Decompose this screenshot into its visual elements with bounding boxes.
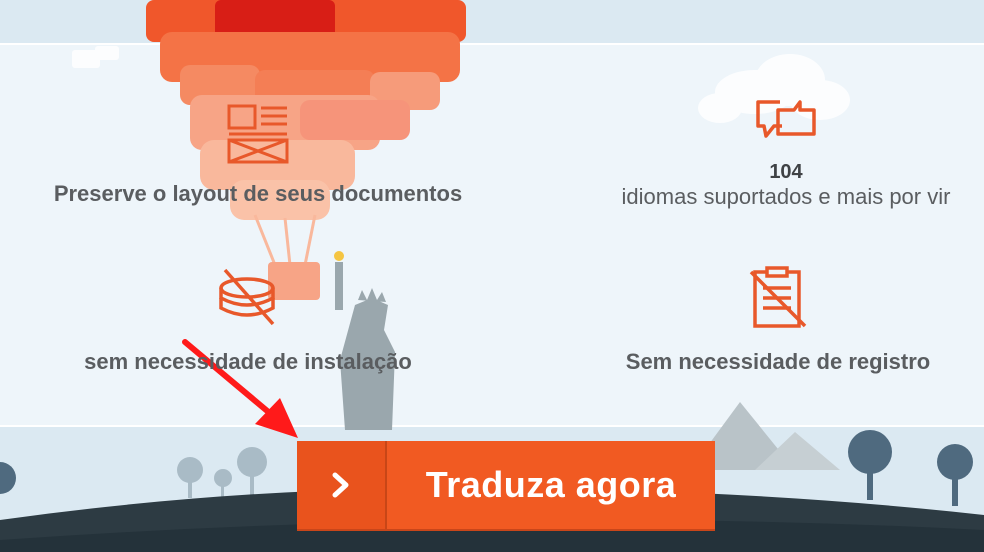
languages-count: 104 — [769, 161, 803, 183]
no-install-icon — [60, 266, 436, 333]
no-register-icon — [596, 266, 960, 333]
feature-register-label: Sem necessidade de registro — [625, 349, 931, 374]
feature-install-label: sem necessidade de instalação — [84, 349, 412, 374]
feature-languages-label: idiomas suportados e mais por vir — [621, 184, 951, 209]
translate-icon — [596, 96, 976, 145]
translate-now-button[interactable]: Traduza agora — [297, 441, 715, 529]
feature-layout-label: Preserve o layout de seus documentos — [53, 181, 463, 206]
translate-now-label: Traduza agora — [425, 464, 677, 505]
feature-languages: 104 idiomas suportados e mais por vir — [596, 96, 976, 210]
feature-layout: Preserve o layout de seus documentos — [40, 104, 476, 207]
feature-register: Sem necessidade de registro — [596, 266, 960, 375]
document-layout-icon — [40, 104, 476, 169]
chevron-right-icon — [297, 441, 387, 529]
feature-install: sem necessidade de instalação — [60, 266, 436, 375]
